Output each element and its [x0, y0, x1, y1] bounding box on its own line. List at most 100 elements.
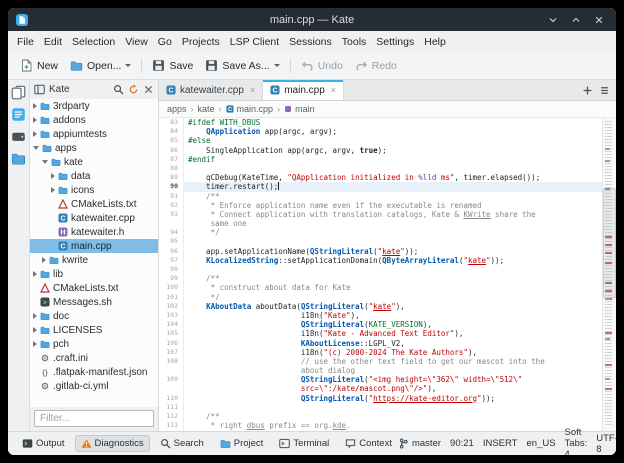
- code-line-108[interactable]: 108 // use the other text field to get o…: [159, 356, 602, 367]
- expand-arrow-icon[interactable]: [33, 313, 37, 319]
- document-list-icon[interactable]: [599, 85, 610, 96]
- menu-tools[interactable]: Tools: [337, 34, 372, 50]
- code-line-114[interactable]: 114 */: [159, 430, 602, 431]
- project-filter-input[interactable]: [34, 410, 154, 427]
- tab-close-icon[interactable]: ×: [331, 85, 336, 95]
- menu-settings[interactable]: Settings: [371, 34, 419, 50]
- expand-arrow-icon[interactable]: [33, 146, 39, 150]
- code-line-98[interactable]: 98: [159, 265, 602, 275]
- status-input-mode[interactable]: INSERT: [483, 438, 518, 449]
- expand-arrow-icon[interactable]: [33, 131, 37, 137]
- status-diagnostics-button[interactable]: Diagnostics: [74, 435, 150, 452]
- tree-item-gitlab-ci-yml[interactable]: .gitlab-ci.yml: [30, 379, 158, 393]
- code-line-104[interactable]: 104 QStringLiteral(KATE_VERSION),: [159, 320, 602, 330]
- status-encoding[interactable]: UTF-8: [596, 433, 616, 455]
- menu-projects[interactable]: Projects: [177, 34, 225, 50]
- tree-item-3rdparty[interactable]: 3rdparty: [30, 99, 158, 113]
- code-line-109[interactable]: 109 QStringLiteral("<img height=\"362\" …: [159, 375, 602, 385]
- menu-selection[interactable]: Selection: [67, 34, 120, 50]
- breadcrumb-item-kate[interactable]: kate: [198, 104, 215, 114]
- toolbar-new-button[interactable]: New: [14, 56, 64, 75]
- project-refresh-icon[interactable]: [128, 84, 139, 95]
- close-icon[interactable]: [593, 14, 605, 26]
- breadcrumb-item-apps[interactable]: apps: [167, 104, 187, 114]
- minimap-scrollbar[interactable]: [602, 118, 616, 431]
- project-search-icon[interactable]: [113, 84, 124, 95]
- expand-arrow-icon[interactable]: [33, 117, 37, 123]
- code-line-88[interactable]: 88: [159, 163, 602, 174]
- tab-main-cpp[interactable]: Cmain.cpp ×: [263, 80, 345, 100]
- breadcrumb-item-main-cpp[interactable]: Cmain.cpp: [225, 104, 273, 114]
- maximize-icon[interactable]: [570, 14, 582, 26]
- code-line-91[interactable]: 91 /**: [159, 191, 602, 201]
- status-output-button[interactable]: Output: [16, 435, 71, 452]
- tree-item-kwrite[interactable]: kwrite: [30, 253, 158, 267]
- tree-item-pch[interactable]: pch: [30, 337, 158, 351]
- code-line-101[interactable]: 101 */: [159, 292, 602, 302]
- code-line-100[interactable]: 100 * construct about data for Kate: [159, 283, 602, 293]
- status-dictionary[interactable]: en_US: [526, 438, 555, 449]
- toolbar-open-button[interactable]: Open...: [64, 56, 137, 75]
- status-search-button[interactable]: Search: [154, 435, 210, 452]
- menu-file[interactable]: File: [12, 34, 39, 50]
- tree-item-cmakelists-txt[interactable]: CMakeLists.txt: [30, 281, 158, 295]
- tree-item-licenses[interactable]: LICENSES: [30, 323, 158, 337]
- code-line-86[interactable]: 86 SingleApplication app(argc, argv, tru…: [159, 145, 602, 155]
- code-line-94[interactable]: 94 */: [159, 228, 602, 238]
- code-line-113[interactable]: 113 * right dbus prefix == org.kde.: [159, 421, 602, 431]
- code-line-92[interactable]: 92 * Enforce application name even if th…: [159, 200, 602, 210]
- code-line-97[interactable]: 97 KLocalizedString::setApplicationDomai…: [159, 255, 602, 265]
- toolbar-save-button[interactable]: Save: [146, 56, 199, 75]
- tree-item-addons[interactable]: addons: [30, 113, 158, 127]
- menu-lsp-client[interactable]: LSP Client: [225, 34, 284, 50]
- minimap-slider[interactable]: [603, 188, 616, 298]
- code-line-96[interactable]: 96 app.setApplicationName(QStringLiteral…: [159, 246, 602, 256]
- new-tab-icon[interactable]: [582, 85, 593, 96]
- expand-arrow-icon[interactable]: [33, 271, 37, 277]
- tree-item-cmakelists-txt[interactable]: CMakeLists.txt: [30, 197, 158, 211]
- code-line-112[interactable]: 112 /**: [159, 412, 602, 422]
- code-line-85[interactable]: 85 #else: [159, 136, 602, 146]
- menu-view[interactable]: View: [120, 34, 153, 50]
- code-line-84[interactable]: 84 QApplication app(argc, argv);: [159, 127, 602, 137]
- code-line-wrap[interactable]: src=\":/kate/mascot.png\"/>"),: [159, 384, 602, 394]
- tree-item-craft-ini[interactable]: .craft.ini: [30, 351, 158, 365]
- breadcrumb-item-main[interactable]: main: [284, 104, 315, 114]
- menu-edit[interactable]: Edit: [39, 34, 67, 50]
- tree-item-kate[interactable]: kate: [30, 155, 158, 169]
- minimize-icon[interactable]: [547, 14, 559, 26]
- tree-item-flatpak-manifest-json[interactable]: {} .flatpak-manifest.json: [30, 365, 158, 379]
- code-line-wrap[interactable]: same one: [159, 219, 602, 229]
- code-line-99[interactable]: 99 /**: [159, 274, 602, 284]
- expand-arrow-icon[interactable]: [51, 173, 55, 179]
- status-project-button[interactable]: Project: [214, 435, 270, 452]
- tree-item-messages-sh[interactable]: > Messages.sh: [30, 295, 158, 309]
- tree-item-appiumtests[interactable]: appiumtests: [30, 127, 158, 141]
- tree-item-main-cpp[interactable]: Cmain.cpp: [30, 239, 158, 253]
- tree-item-icons[interactable]: icons: [30, 183, 158, 197]
- projects-icon[interactable]: [11, 107, 26, 122]
- code-line-105[interactable]: 105 i18n("Kate - Advanced Text Editor"),: [159, 329, 602, 339]
- tree-item-lib[interactable]: lib: [30, 267, 158, 281]
- code-line-110[interactable]: 110 QStringLiteral("https://kate-editor.…: [159, 393, 602, 403]
- folder-view-icon[interactable]: [11, 151, 26, 166]
- expand-arrow-icon[interactable]: [33, 103, 37, 109]
- menu-sessions[interactable]: Sessions: [284, 34, 337, 50]
- tree-item-apps[interactable]: apps: [30, 141, 158, 155]
- code-line-93[interactable]: 93 * Connect application with translatio…: [159, 209, 602, 220]
- tree-item-katewaiter-cpp[interactable]: Ckatewaiter.cpp: [30, 211, 158, 225]
- tree-item-katewaiter-h[interactable]: Hkatewaiter.h: [30, 225, 158, 239]
- code-line-111[interactable]: 111: [159, 402, 602, 412]
- tree-item-doc[interactable]: doc: [30, 309, 158, 323]
- status-terminal-button[interactable]: Terminal: [273, 435, 335, 452]
- code-line-102[interactable]: 102 KAboutData aboutData(QStringLiteral(…: [159, 301, 602, 311]
- status-context-button[interactable]: Context: [339, 435, 398, 452]
- tab-katewaiter-cpp[interactable]: Ckatewaiter.cpp ×: [159, 80, 264, 100]
- toolbar-undo-button[interactable]: Undo: [295, 56, 349, 75]
- tree-item-data[interactable]: data: [30, 169, 158, 183]
- code-line-wrap[interactable]: about dialog: [159, 366, 602, 376]
- tab-close-icon[interactable]: ×: [250, 85, 255, 95]
- code-line-95[interactable]: 95: [159, 237, 602, 247]
- code-line-87[interactable]: 87 #endif: [159, 154, 602, 164]
- status-git-branch[interactable]: master: [398, 438, 441, 449]
